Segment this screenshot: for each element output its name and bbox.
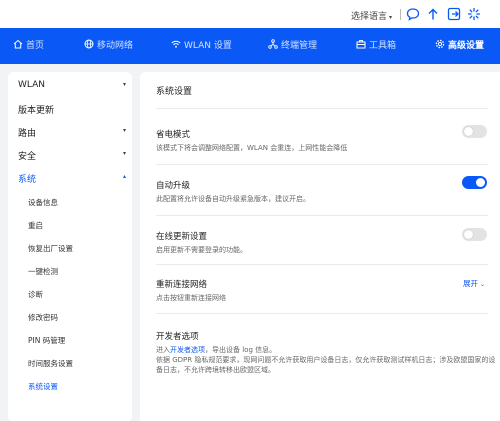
expand-button[interactable]: 展开 ⌄ bbox=[463, 278, 485, 289]
toolbox-icon bbox=[356, 39, 366, 49]
sidebar-subitem-system-settings[interactable]: 系统设置 bbox=[28, 381, 58, 392]
divider bbox=[156, 215, 488, 216]
top-bar: 选择语言 ▾ bbox=[0, 0, 500, 28]
sidebar-subitem-pin-management[interactable]: PIN 码管理 bbox=[28, 335, 65, 346]
logout-icon[interactable] bbox=[447, 7, 461, 21]
sidebar: WLAN ▾ 版本更新 路由 ▾ 安全 ▾ 系统 ▴ 设备信息 重启 恢复出厂设置 一键… bbox=[8, 72, 132, 421]
nav-item-home[interactable]: 首页 bbox=[13, 28, 44, 64]
developer-options-title: 开发者选项 bbox=[156, 332, 199, 342]
auto-upgrade-toggle[interactable] bbox=[462, 176, 487, 189]
divider bbox=[156, 264, 488, 265]
online-update-description: 启用更新不需要登录的功能。 bbox=[156, 246, 247, 254]
nav-item-advanced-settings[interactable]: 高级设置 bbox=[435, 28, 484, 64]
power-saving-title: 省电模式 bbox=[156, 130, 191, 140]
toggle-knob bbox=[476, 178, 485, 187]
toggle-knob bbox=[464, 127, 473, 136]
online-update-toggle[interactable] bbox=[462, 228, 487, 241]
nav-item-wlan-settings[interactable]: WLAN 设置 bbox=[171, 28, 232, 64]
developer-options-description: 进入开发者选项，导出设备 log 信息。 依据 GDPR 隐私规范要求，现网问题… bbox=[156, 346, 496, 374]
divider bbox=[156, 313, 488, 314]
sidebar-subitem-time-service[interactable]: 时间服务设置 bbox=[28, 358, 73, 369]
chevron-down-icon: ⌄ bbox=[480, 281, 486, 288]
auto-upgrade-description: 此配置将允许设备自动升级紧急版本，建议开启。 bbox=[156, 195, 310, 203]
divider bbox=[156, 164, 488, 165]
sidebar-item-routing[interactable]: 路由 ▾ bbox=[18, 126, 126, 139]
nav-item-device-management[interactable]: 终端管理 bbox=[268, 28, 317, 64]
nav-item-mobile-network[interactable]: 移动网络 bbox=[84, 28, 133, 64]
auto-upgrade-title: 自动升级 bbox=[156, 181, 191, 191]
power-saving-toggle[interactable] bbox=[462, 125, 487, 138]
sidebar-subitem-diagnostics[interactable]: 诊断 bbox=[28, 289, 43, 300]
developer-options-link[interactable]: 开发者选项 bbox=[170, 346, 205, 354]
sidebar-item-security[interactable]: 安全 ▾ bbox=[18, 149, 126, 162]
power-saving-description: 该模式下将会调整网络配置，WLAN 会重连，上网性能会降低 bbox=[156, 144, 348, 152]
chevron-up-icon: ▴ bbox=[122, 173, 126, 180]
devices-icon bbox=[268, 39, 278, 49]
loading-icon[interactable] bbox=[467, 7, 481, 21]
sidebar-item-system[interactable]: 系统 ▴ bbox=[18, 172, 126, 185]
sidebar-subitem-change-password[interactable]: 修改密码 bbox=[28, 312, 58, 323]
sidebar-item-wlan[interactable]: WLAN ▾ bbox=[18, 80, 126, 90]
upload-icon[interactable] bbox=[426, 7, 440, 21]
language-label: 选择语言 bbox=[351, 12, 388, 22]
online-update-title: 在线更新设置 bbox=[156, 232, 208, 242]
settings-panel: 系统设置 省电模式 该模式下将会调整网络配置，WLAN 会重连，上网性能会降低 … bbox=[140, 72, 500, 421]
reconnect-network-description: 点击按钮重新连接网络 bbox=[156, 294, 226, 302]
page-title: 系统设置 bbox=[156, 87, 193, 97]
reconnect-network-title: 重新连接网络 bbox=[156, 280, 208, 290]
wifi-icon bbox=[171, 39, 181, 49]
chevron-down-icon: ▾ bbox=[389, 14, 393, 21]
divider bbox=[156, 108, 488, 109]
globe-icon bbox=[84, 39, 94, 49]
feedback-icon[interactable] bbox=[406, 7, 420, 21]
chevron-down-icon: ▾ bbox=[122, 127, 126, 134]
home-icon bbox=[13, 39, 23, 49]
nav-item-toolbox[interactable]: 工具箱 bbox=[356, 28, 396, 64]
divider bbox=[400, 9, 401, 20]
language-selector[interactable]: 选择语言 ▾ bbox=[351, 9, 392, 22]
sidebar-subitem-reboot[interactable]: 重启 bbox=[28, 220, 43, 231]
chevron-down-icon: ▾ bbox=[122, 150, 126, 157]
chevron-down-icon: ▾ bbox=[122, 81, 126, 88]
toggle-knob bbox=[464, 230, 473, 239]
sidebar-subitem-device-info[interactable]: 设备信息 bbox=[28, 197, 58, 208]
gear-icon bbox=[435, 39, 445, 49]
sidebar-item-version-update[interactable]: 版本更新 bbox=[18, 103, 126, 116]
sidebar-subitem-factory-reset[interactable]: 恢复出厂设置 bbox=[28, 243, 73, 254]
sidebar-subitem-one-click-check[interactable]: 一键检测 bbox=[28, 266, 58, 277]
main-nav: 首页 移动网络 WLAN 设置 终端管理 工具箱 高级设置 bbox=[0, 28, 500, 64]
